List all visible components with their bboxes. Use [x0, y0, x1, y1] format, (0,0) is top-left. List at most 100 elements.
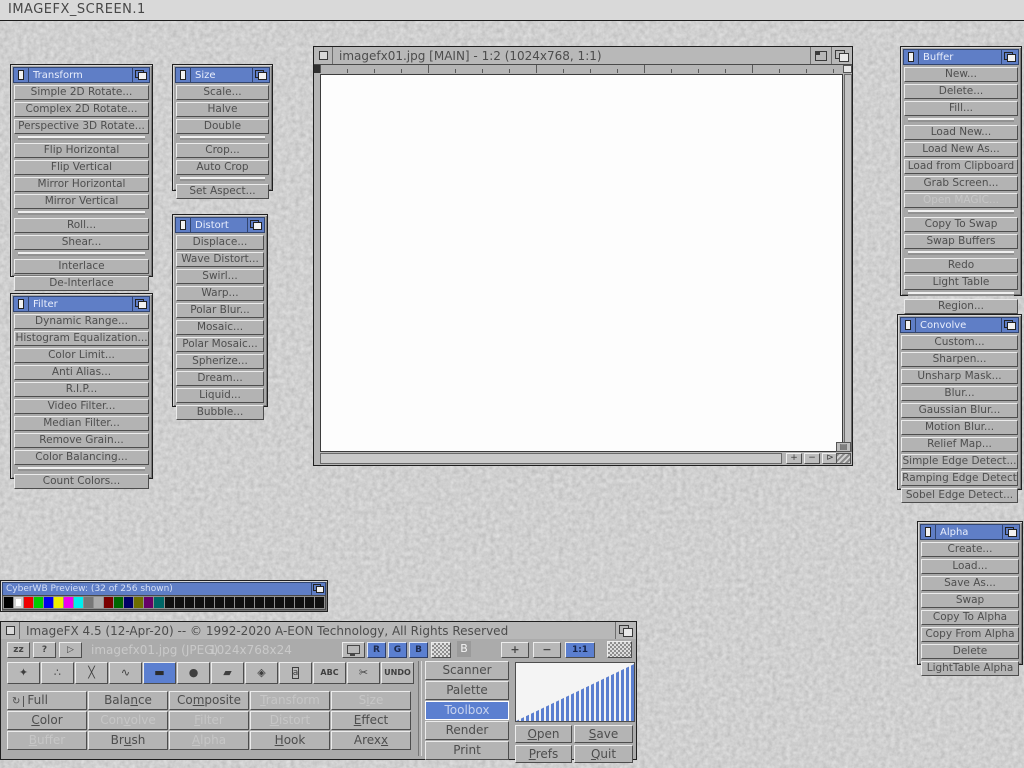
anti-alias-button[interactable]: Anti Alias...: [14, 365, 149, 380]
lighttable-alpha-button[interactable]: LightTable Alpha: [921, 661, 1019, 676]
close-icon[interactable]: [176, 68, 191, 82]
full-button[interactable]: ↻Full: [7, 691, 87, 710]
alpha-titlebar[interactable]: Alpha: [920, 524, 1020, 540]
close-icon[interactable]: [314, 47, 333, 64]
load-button[interactable]: Load...: [921, 559, 1019, 574]
horizontal-scrollbar[interactable]: [320, 453, 782, 464]
depth-icon[interactable]: [831, 47, 852, 64]
arexx-button[interactable]: Arexx: [331, 731, 411, 750]
sleep-button[interactable]: zz: [7, 642, 30, 658]
brush-button[interactable]: Brush: [88, 731, 168, 750]
ellipse-tool[interactable]: ●: [177, 662, 210, 684]
custom-button[interactable]: Custom...: [901, 335, 1018, 350]
palette-preview-titlebar[interactable]: CyberWB Preview: (32 of 256 shown): [2, 582, 326, 596]
toolbox-zoom-out-button[interactable]: −: [533, 642, 561, 658]
color-swatch[interactable]: [295, 597, 304, 608]
scissors-tool[interactable]: ✂: [347, 662, 380, 684]
mirror-horizontal-button[interactable]: Mirror Horizontal: [14, 177, 149, 192]
color-swatch[interactable]: [195, 597, 204, 608]
color-swatch[interactable]: [94, 597, 103, 608]
count-colors-button[interactable]: Count Colors...: [14, 474, 149, 489]
depth-icon[interactable]: [311, 583, 325, 595]
warp-button[interactable]: Warp...: [176, 286, 264, 301]
help-button[interactable]: ?: [33, 642, 56, 658]
spherize-button[interactable]: Spherize...: [176, 354, 264, 369]
remove-grain-button[interactable]: Remove Grain...: [14, 433, 149, 448]
sharpen-button[interactable]: Sharpen...: [901, 352, 1018, 367]
histogram-equalization-button[interactable]: Histogram Equalization...: [14, 331, 149, 346]
color-swatch[interactable]: [84, 597, 93, 608]
color-swatch[interactable]: [285, 597, 294, 608]
color-swatch[interactable]: [265, 597, 274, 608]
ramping-edge-detect-button[interactable]: Ramping Edge Detect: [901, 471, 1018, 486]
depth-icon[interactable]: [132, 68, 149, 82]
video-filter-button[interactable]: Video Filter...: [14, 399, 149, 414]
color-swatch[interactable]: [205, 597, 214, 608]
blur-button[interactable]: Blur...: [901, 386, 1018, 401]
quit-button[interactable]: Quit: [574, 745, 633, 763]
color-swatch[interactable]: [245, 597, 254, 608]
polar-mosaic-button[interactable]: Polar Mosaic...: [176, 337, 264, 352]
light-table-button[interactable]: Light Table: [904, 275, 1018, 290]
crop-button[interactable]: Crop...: [176, 143, 269, 158]
text-tool[interactable]: ABC: [313, 662, 346, 684]
color-swatch[interactable]: [225, 597, 234, 608]
new-button[interactable]: New...: [904, 67, 1018, 82]
wave-distort-button[interactable]: Wave Distort...: [176, 252, 264, 267]
polar-blur-button[interactable]: Polar Blur...: [176, 303, 264, 318]
filter-titlebar[interactable]: Filter: [13, 296, 150, 312]
bubble-button[interactable]: Bubble...: [176, 405, 264, 420]
ruler-end-gadget[interactable]: [843, 65, 852, 73]
shear-button[interactable]: Shear...: [14, 235, 149, 250]
flip-vertical-button[interactable]: Flip Vertical: [14, 160, 149, 175]
displace-button[interactable]: Displace...: [176, 235, 264, 250]
delete-button[interactable]: Delete: [921, 644, 1019, 659]
close-icon[interactable]: [921, 525, 936, 539]
color-swatch[interactable]: [185, 597, 194, 608]
close-icon[interactable]: [1, 622, 20, 639]
close-icon[interactable]: [14, 297, 29, 311]
create-button[interactable]: Create...: [921, 542, 1019, 557]
airbrush-tool[interactable]: ∴: [41, 662, 74, 684]
transform-titlebar[interactable]: Transform: [13, 67, 150, 83]
buffer-titlebar[interactable]: Buffer: [903, 49, 1019, 65]
set-aspect-button[interactable]: Set Aspect...: [176, 184, 269, 199]
image-canvas[interactable]: [320, 74, 843, 452]
point-tool[interactable]: ✦: [7, 662, 40, 684]
color-swatch[interactable]: [44, 597, 53, 608]
roll-button[interactable]: Roll...: [14, 218, 149, 233]
color-swatch[interactable]: [144, 597, 153, 608]
dither-toggle-button[interactable]: [431, 642, 451, 658]
zoom-in-button[interactable]: +: [786, 453, 802, 464]
simple-edge-detect-button[interactable]: Simple Edge Detect...: [901, 454, 1018, 469]
complex-2d-rotate-button[interactable]: Complex 2D Rotate...: [14, 102, 149, 117]
fill-tool[interactable]: ◈: [245, 662, 278, 684]
mosaic-button[interactable]: Mosaic...: [176, 320, 264, 335]
color-swatch[interactable]: [305, 597, 314, 608]
polygon-tool[interactable]: ▰: [211, 662, 244, 684]
hook-button[interactable]: Hook: [250, 731, 330, 750]
load-from-clipboard-button[interactable]: Load from Clipboard: [904, 159, 1018, 174]
perspective-3d-rotate-button[interactable]: Perspective 3D Rotate...: [14, 119, 149, 134]
print-button[interactable]: Print: [425, 741, 509, 760]
load-new-button[interactable]: Load New...: [904, 125, 1018, 140]
color-swatch[interactable]: [64, 597, 73, 608]
simple-2d-rotate-button[interactable]: Simple 2D Rotate...: [14, 85, 149, 100]
copy-from-alpha-button[interactable]: Copy From Alpha: [921, 627, 1019, 642]
distort-titlebar[interactable]: Distort: [175, 217, 265, 233]
curve-tool[interactable]: ∿: [109, 662, 142, 684]
dream-button[interactable]: Dream...: [176, 371, 264, 386]
gaussian-blur-button[interactable]: Gaussian Blur...: [901, 403, 1018, 418]
r-i-p-button[interactable]: R.I.P...: [14, 382, 149, 397]
image-window-titlebar[interactable]: imagefx01.jpg [MAIN] - 1:2 (1024x768, 1:…: [314, 47, 852, 65]
swap-button[interactable]: Swap: [921, 593, 1019, 608]
size-titlebar[interactable]: Size: [175, 67, 270, 83]
dynamic-range-button[interactable]: Dynamic Range...: [14, 314, 149, 329]
delete-button[interactable]: Delete...: [904, 84, 1018, 99]
line-tool[interactable]: ╳: [75, 662, 108, 684]
color-swatch[interactable]: [124, 597, 133, 608]
color-limit-button[interactable]: Color Limit...: [14, 348, 149, 363]
g-channel-button[interactable]: G: [388, 642, 407, 658]
color-swatch[interactable]: [34, 597, 43, 608]
copy-to-alpha-button[interactable]: Copy To Alpha: [921, 610, 1019, 625]
